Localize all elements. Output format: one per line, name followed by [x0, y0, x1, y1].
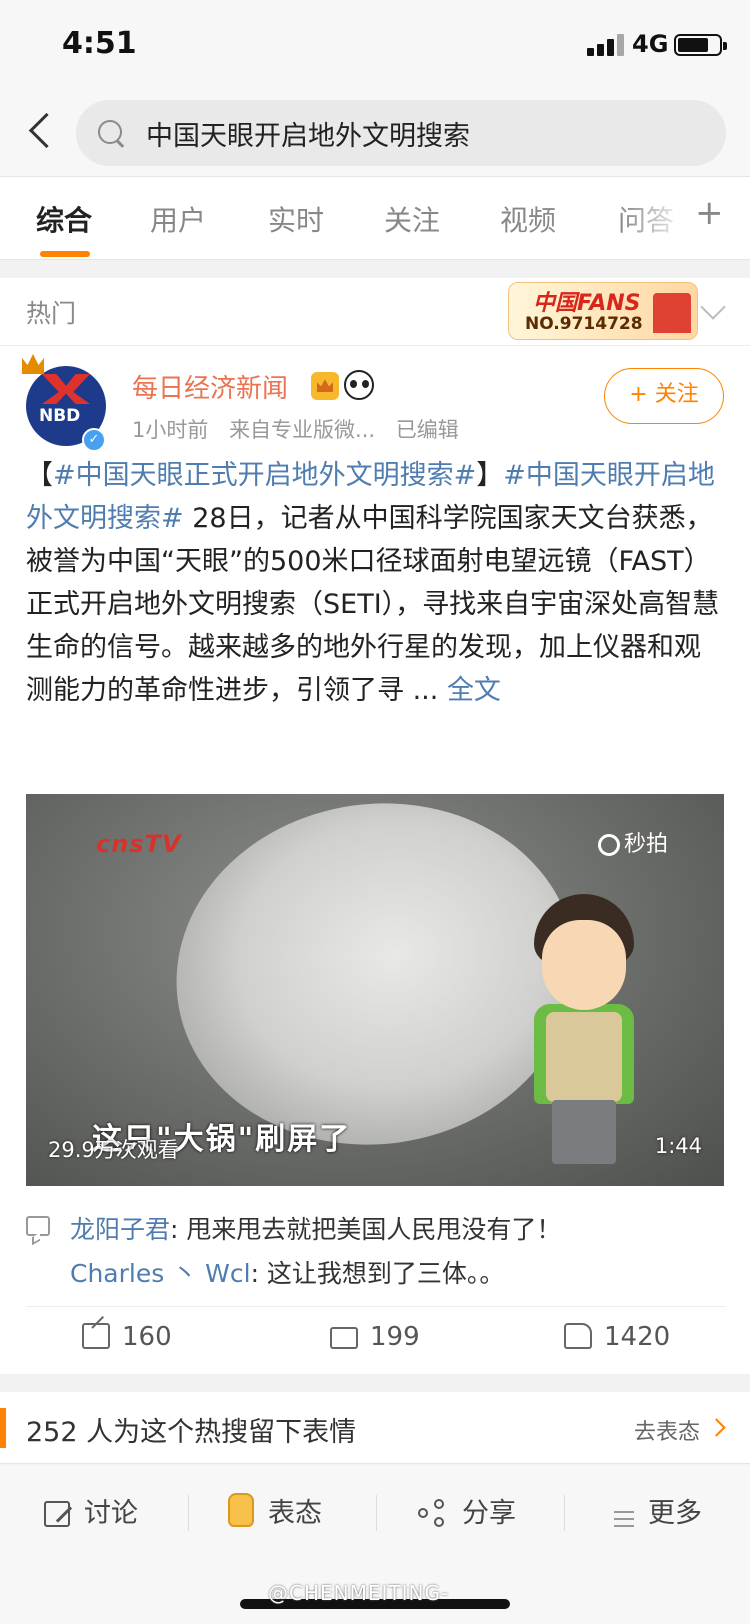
chevron-down-icon[interactable]: [700, 294, 726, 320]
discuss-label: 讨论: [84, 1498, 138, 1529]
tab-comprehensive[interactable]: 综合: [36, 199, 92, 239]
chevron-right-icon[interactable]: [707, 1418, 726, 1437]
react-label: 表态: [268, 1498, 322, 1529]
post-actions: 160 199 1420: [0, 1308, 750, 1374]
platform-logo: 秒拍: [598, 826, 668, 858]
vip-crown-icon: [311, 372, 339, 400]
react-link[interactable]: 去表态: [634, 1414, 700, 1446]
hashtag-link[interactable]: #中国天眼正式开启地外文明搜索#: [53, 460, 476, 491]
comment-bubble-icon: [26, 1216, 50, 1236]
verified-icon: ✓: [82, 428, 106, 452]
comment-icon: [330, 1327, 358, 1349]
hot-section-header: 热门 中国FANS NO.9714728: [0, 278, 750, 346]
hot-label: 热门: [26, 299, 77, 328]
network-type: 4G: [632, 30, 669, 58]
active-tab-indicator: [40, 251, 90, 257]
more-button[interactable]: 更多: [614, 1491, 702, 1530]
like-button[interactable]: 1420: [564, 1322, 670, 1352]
repost-icon: [82, 1323, 110, 1349]
video-duration: 1:44: [654, 1134, 702, 1158]
emotion-bar: 252 人为这个热搜留下表情 去表态: [0, 1392, 750, 1464]
bottom-toolbar: 讨论 表态 分享 更多 @CHENMEITING-: [0, 1465, 750, 1624]
repost-button[interactable]: 160: [82, 1322, 172, 1352]
divider: [376, 1495, 377, 1531]
avatar-text: NBD: [39, 406, 81, 426]
watermark: @CHENMEITING-: [268, 1581, 450, 1605]
post-source: 来自专业版微...: [229, 418, 376, 442]
comment-text: : 这让我想到了三体。。: [250, 1259, 505, 1288]
post-meta: 1小时前 来自专业版微... 已编辑: [132, 414, 473, 444]
post-text: 【#中国天眼正式开启地外文明搜索#】#中国天眼开启地外文明搜索# 28日，记者从…: [26, 454, 726, 712]
back-arrow-icon[interactable]: [22, 108, 62, 158]
more-icon: [614, 1511, 634, 1527]
tab-following[interactable]: 关注: [384, 199, 440, 239]
weibo-post-card: NBD ✓ 每日经济新闻 1小时前 来自专业版微... 已编辑 + 关注 【#中…: [0, 346, 750, 1374]
comment-count: 199: [370, 1322, 420, 1352]
more-label: 更多: [648, 1498, 702, 1529]
search-icon: [96, 118, 126, 148]
miaopai-icon: [598, 834, 620, 856]
video-player[interactable]: cnsTV 秒拍 这只"大锅"刷屏了 29.9万次观看 1:44: [26, 794, 724, 1186]
tiananmen-icon: [653, 293, 691, 333]
video-views: 29.9万次观看: [48, 1138, 179, 1162]
status-time: 4:51: [62, 26, 137, 61]
comment-item[interactable]: 龙阳子君: 甩来甩去就把美国人民甩没有了！: [70, 1210, 561, 1246]
search-header: 中国天眼开启地外文明搜索: [0, 90, 750, 176]
edit-icon: [44, 1501, 70, 1527]
divider: [564, 1495, 565, 1531]
tab-fade: [620, 177, 690, 257]
post-edited: 已编辑: [395, 418, 459, 442]
text-bracket-close: 】: [476, 460, 504, 491]
divider: [188, 1495, 189, 1531]
cartoon-reporter: [516, 894, 666, 1164]
comment-button[interactable]: 199: [330, 1322, 420, 1352]
battery-icon: [674, 34, 727, 56]
discuss-button[interactable]: 讨论: [44, 1491, 138, 1530]
thumbs-up-icon: [564, 1323, 592, 1349]
comment-user[interactable]: Charles 丶 Wcl: [70, 1259, 251, 1288]
platform-name: 秒拍: [624, 832, 669, 857]
repost-count: 160: [122, 1322, 172, 1352]
follow-button[interactable]: + 关注: [604, 368, 724, 424]
crown-icon: [22, 354, 44, 374]
emotion-summary: 252 人为这个热搜留下表情: [26, 1417, 357, 1448]
panda-icon: [344, 370, 374, 400]
full-text-link[interactable]: 全文: [447, 675, 501, 706]
status-bar: 4:51 4G: [0, 0, 750, 90]
comment-item[interactable]: Charles 丶 Wcl: 这让我想到了三体。。: [70, 1254, 504, 1290]
share-label: 分享: [462, 1498, 516, 1529]
accent-marker: [0, 1408, 6, 1448]
channel-logo: cnsTV: [96, 830, 182, 858]
tab-realtime[interactable]: 实时: [268, 199, 324, 239]
share-button[interactable]: 分享: [418, 1491, 516, 1530]
like-count: 1420: [604, 1322, 671, 1352]
comment-user[interactable]: 龙阳子君: [70, 1215, 170, 1244]
text-bracket-open: 【: [26, 460, 53, 491]
signal-icon: [587, 34, 627, 56]
search-input[interactable]: 中国天眼开启地外文明搜索: [146, 114, 706, 153]
tab-video[interactable]: 视频: [500, 199, 556, 239]
nbd-logo-mark: [42, 374, 90, 404]
divider: [26, 1306, 726, 1307]
search-tabs: 综合 用户 实时 关注 视频 问答 +: [0, 176, 750, 260]
tab-users[interactable]: 用户: [150, 199, 206, 239]
share-icon: [418, 1499, 448, 1527]
china-fans-badge[interactable]: 中国FANS NO.9714728: [508, 282, 698, 340]
thumbs-up-emoji-icon: [228, 1493, 254, 1527]
fans-badge-title: 中国FANS: [533, 291, 641, 316]
fans-badge-number: NO.9714728: [525, 314, 643, 334]
author-name[interactable]: 每日经济新闻: [132, 368, 288, 405]
react-button[interactable]: 表态: [228, 1491, 322, 1530]
search-box[interactable]: 中国天眼开启地外文明搜索: [76, 100, 726, 166]
comment-text: : 甩来甩去就把美国人民甩没有了！: [170, 1215, 562, 1244]
post-time: 1小时前: [132, 418, 209, 442]
add-tab-icon[interactable]: +: [695, 193, 724, 233]
